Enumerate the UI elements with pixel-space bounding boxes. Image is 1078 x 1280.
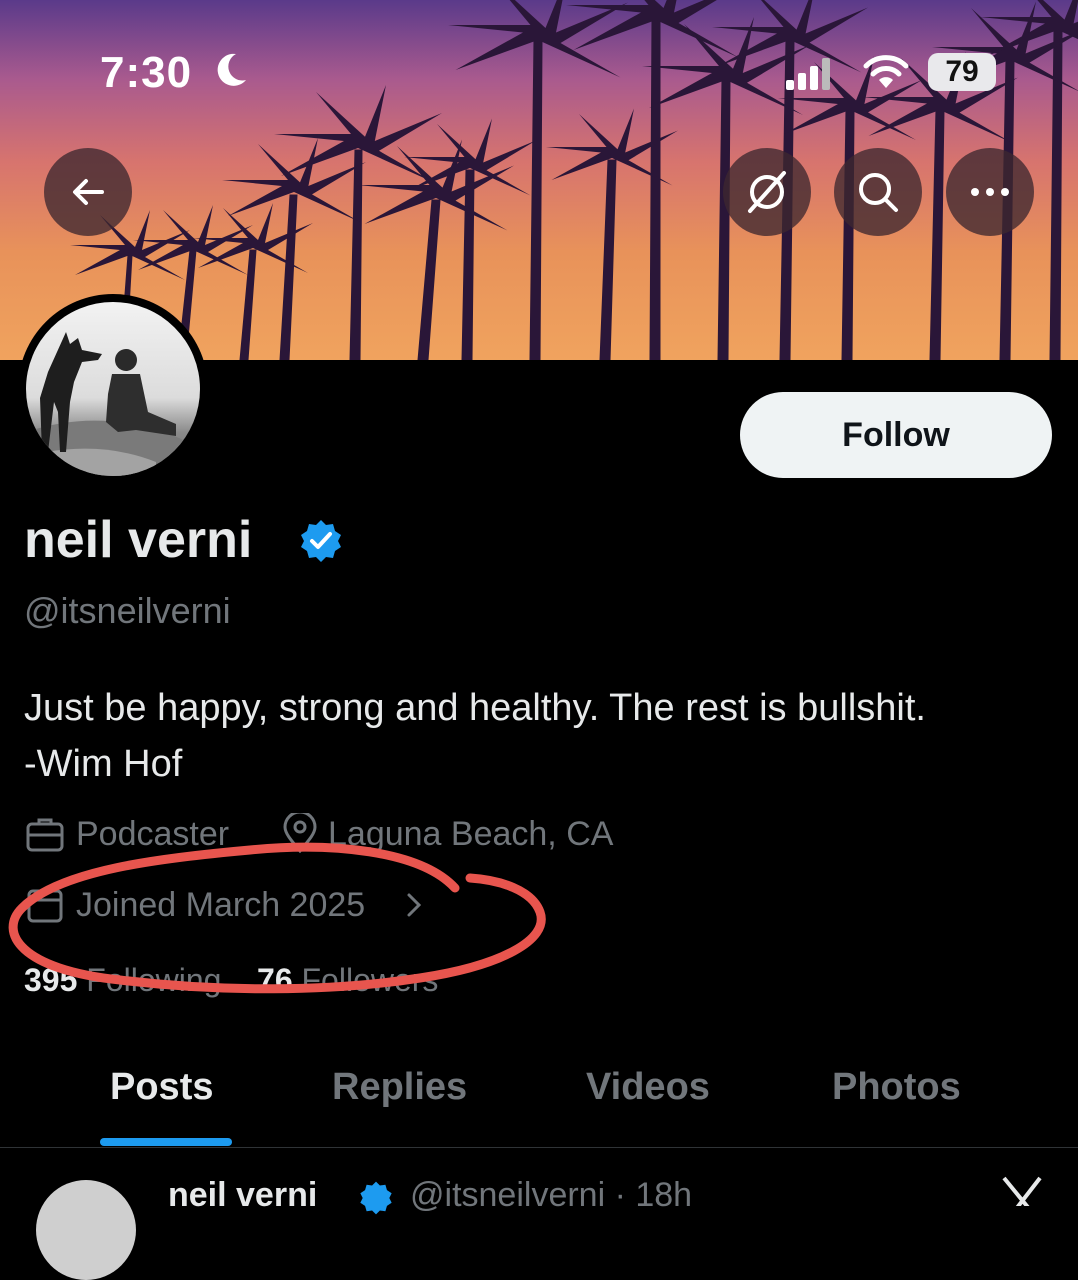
battery-indicator: 79 [928,53,996,91]
profile-bio: Just be happy, strong and healthy. The r… [24,680,1044,792]
tab-photos[interactable]: Photos [832,1066,961,1109]
grok-icon [748,171,786,213]
profile-handle: @itsneilverni [24,590,231,631]
avatar-photo [26,332,200,476]
cellular-signal-icon [786,58,830,90]
verified-badge-icon [360,1181,392,1215]
post-author-handle: @itsneilverni · 18h [410,1176,693,1214]
active-tab-indicator [100,1138,232,1146]
wifi-icon [863,55,909,88]
search-icon [859,173,898,212]
search-button[interactable] [834,148,922,236]
tab-label: Photos [832,1066,961,1108]
profile-name: neil verni [24,511,253,569]
tab-posts[interactable]: Posts [110,1066,213,1109]
divider [0,1147,1078,1148]
tab-label: Posts [110,1066,214,1108]
tab-videos[interactable]: Videos [586,1066,710,1109]
status-time: 7:30 [100,48,193,97]
post-author-name[interactable]: neil verni [168,1176,317,1215]
x-logo-icon [1002,1176,1042,1206]
annotation-circle [8,842,546,994]
grok-button[interactable] [723,148,811,236]
tab-label: Replies [332,1066,468,1108]
verified-badge-icon[interactable] [298,518,344,564]
tab-replies[interactable]: Replies [332,1066,467,1109]
tab-label: Videos [586,1066,710,1108]
moon-icon [217,53,246,86]
bio-line: Just be happy, strong and healthy. The r… [24,687,926,729]
more-icon [971,188,1009,196]
post-avatar[interactable] [36,1180,136,1280]
follow-button[interactable]: Follow [740,392,1052,478]
more-button[interactable] [946,148,1034,236]
back-arrow-icon [73,179,104,205]
avatar[interactable] [18,294,208,484]
back-button[interactable] [44,148,132,236]
bio-line: -Wim Hof [24,743,183,785]
